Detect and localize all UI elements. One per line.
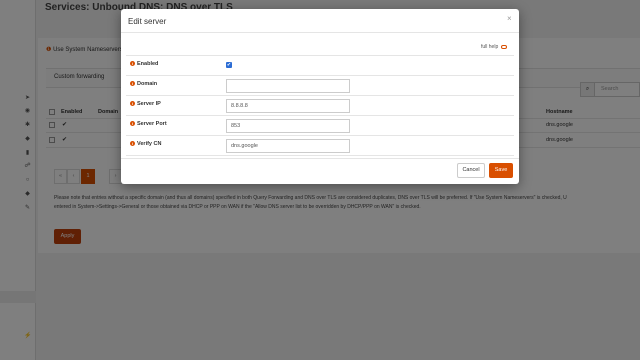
close-icon[interactable]: ×	[507, 14, 512, 23]
info-icon[interactable]: i	[130, 121, 135, 127]
info-icon[interactable]: i	[130, 81, 135, 87]
server-port-label: i Server Port	[130, 121, 167, 127]
info-icon[interactable]: i	[130, 61, 135, 67]
server-ip-label: i Server IP	[130, 101, 161, 107]
enabled-checkbox[interactable]: ✔	[226, 62, 232, 68]
full-help-toggle[interactable]: full help	[481, 44, 507, 50]
form-row-enabled: i Enabled ✔	[126, 56, 514, 76]
form-row-server-ip: i Server IP	[126, 96, 514, 116]
info-icon[interactable]: i	[130, 141, 135, 147]
toggle-icon	[500, 44, 507, 49]
full-help-label: full help	[481, 44, 499, 50]
verify-cn-label: i Verify CN	[130, 141, 162, 147]
cancel-button[interactable]: Cancel	[457, 163, 485, 178]
modal-title: Edit server	[128, 17, 167, 26]
server-port-input[interactable]	[226, 119, 350, 133]
form-row-verify-cn: i Verify CN	[126, 136, 514, 156]
info-icon[interactable]: i	[130, 101, 135, 107]
form-row-domain: i Domain	[126, 76, 514, 96]
save-button[interactable]: Save	[489, 163, 513, 178]
domain-label: i Domain	[130, 81, 158, 87]
enabled-label: i Enabled	[130, 61, 159, 67]
form-row-server-port: i Server Port	[126, 116, 514, 136]
server-form: iEnabled ✔ iDomain iServer IP iServer Po…	[126, 55, 514, 157]
edit-server-dialog: Edit server × full help i Enabled ✔ i Doma…	[121, 9, 519, 184]
verify-cn-input[interactable]	[226, 139, 350, 153]
modal-header	[121, 9, 519, 33]
server-ip-input[interactable]	[226, 99, 350, 113]
domain-input[interactable]	[226, 79, 350, 93]
